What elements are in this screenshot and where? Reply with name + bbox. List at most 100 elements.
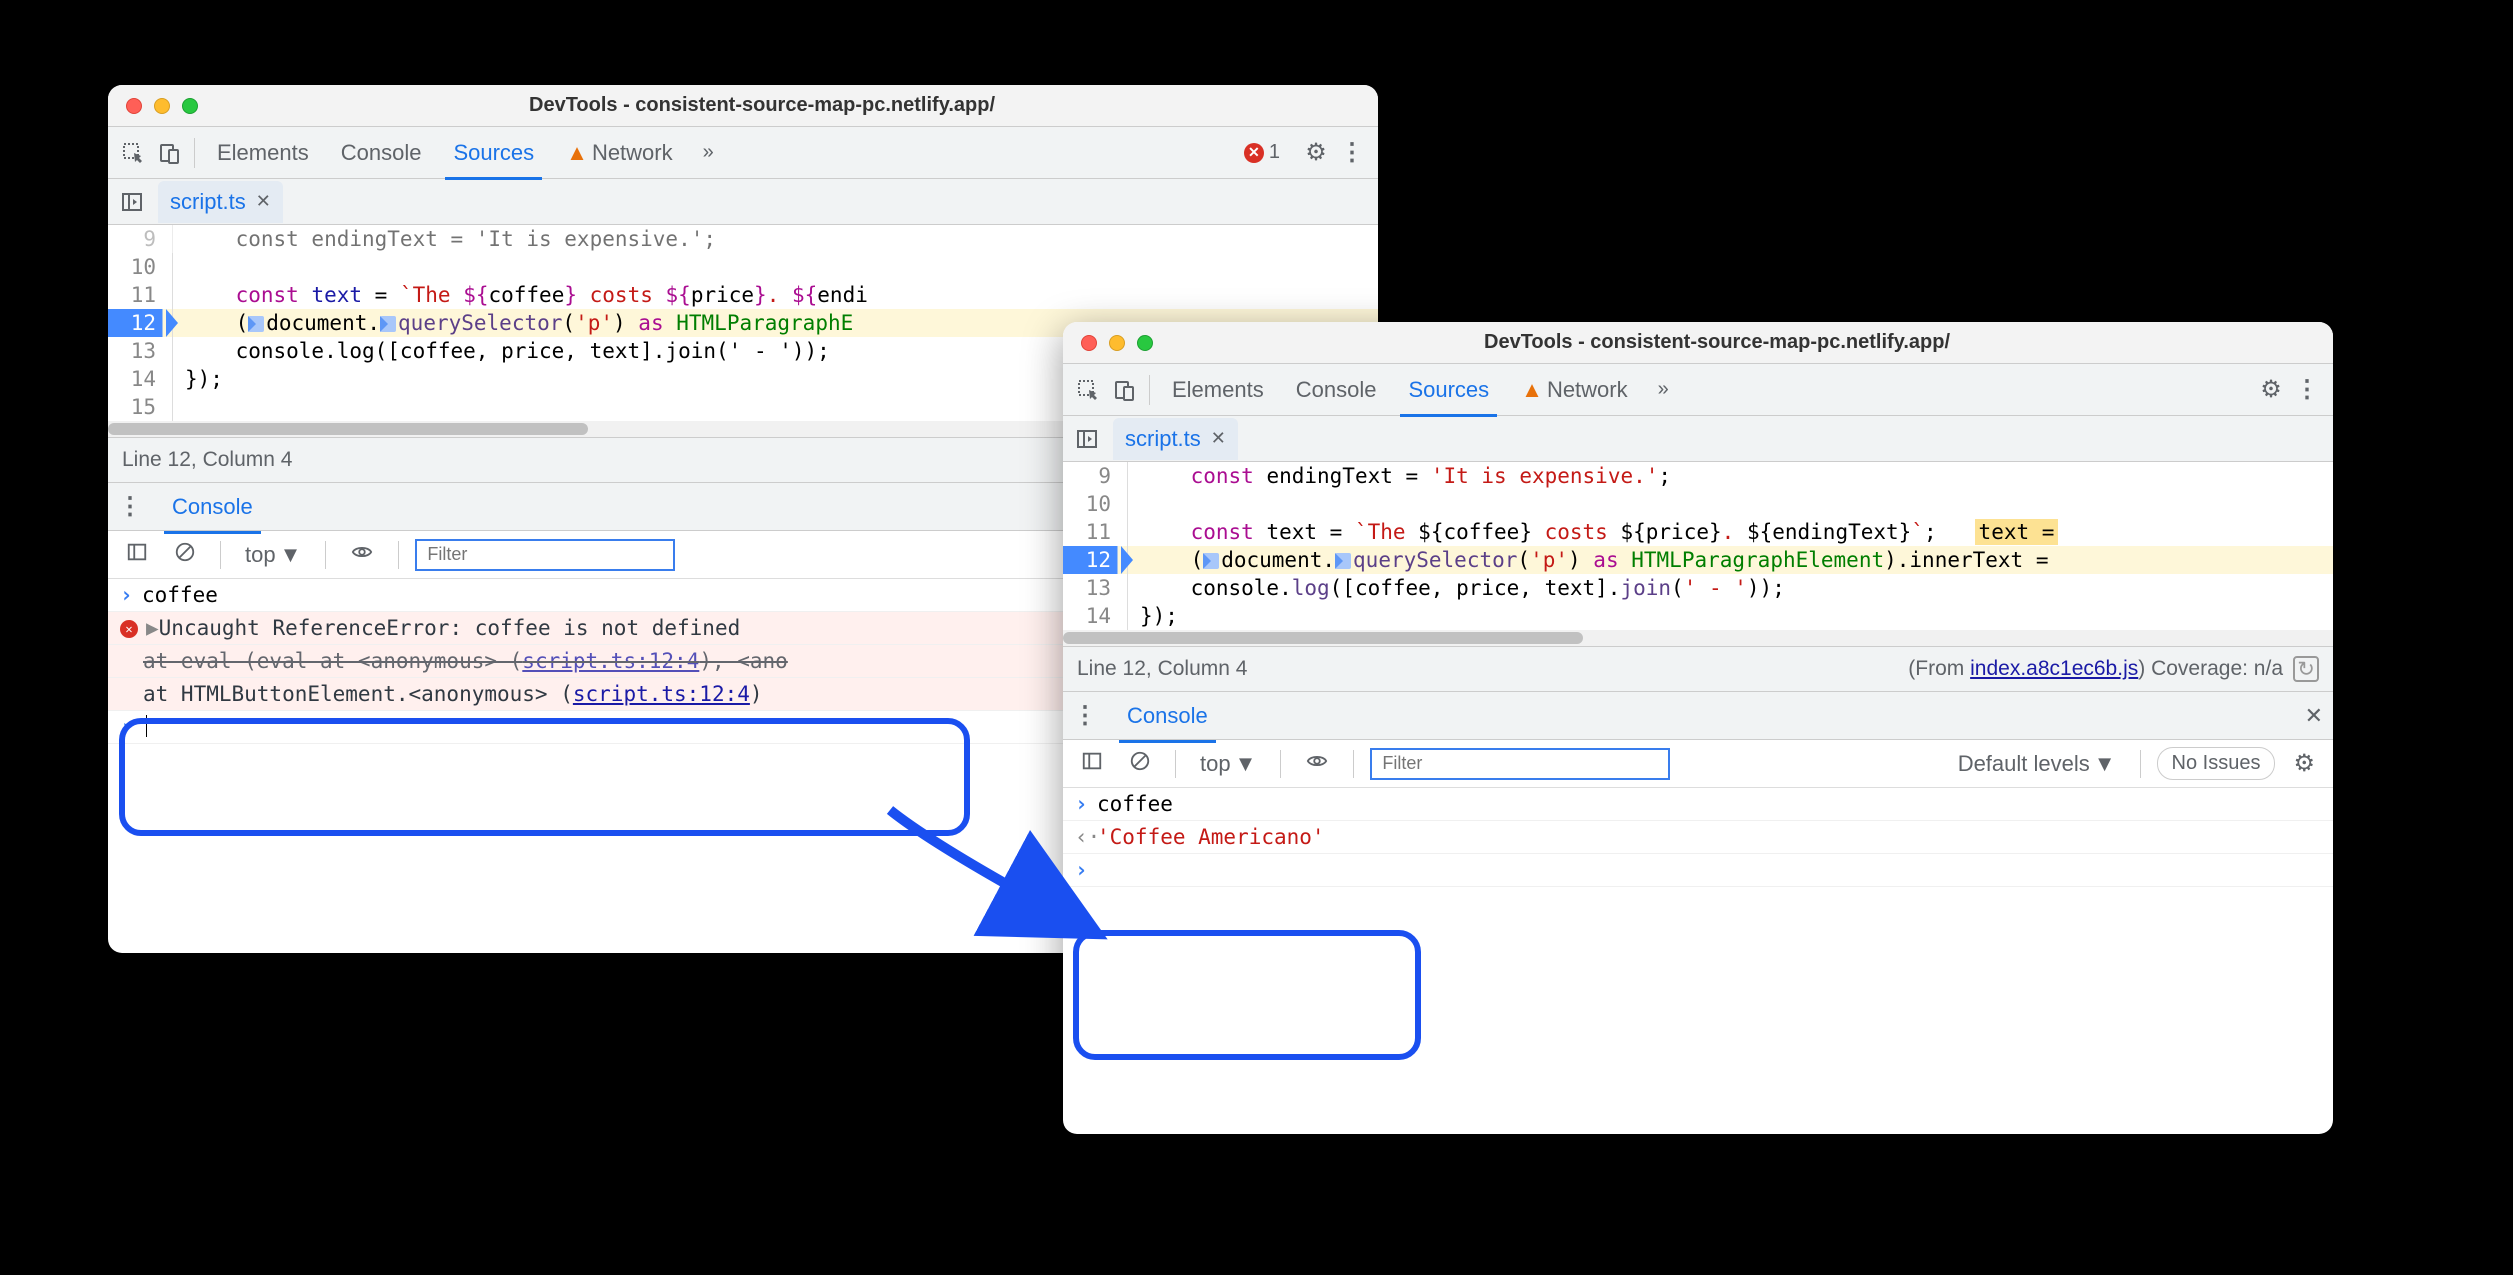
panel-tabs: Elements Console Sources ▲Network [201, 126, 689, 180]
tab-network[interactable]: ▲Network [1505, 363, 1643, 417]
device-toolbar-icon[interactable] [152, 135, 188, 171]
show-navigator-icon[interactable] [116, 186, 148, 218]
toggle-sidebar-icon[interactable] [1073, 746, 1111, 782]
log-levels-selector[interactable]: Default levels ▼ [1950, 747, 2124, 781]
close-tab-icon[interactable]: ✕ [1211, 428, 1226, 449]
console-prompt-row[interactable]: › [1063, 854, 2333, 887]
file-tab-label: script.ts [170, 189, 246, 215]
panel-tabs: Elements Console Sources ▲Network [1156, 363, 1644, 417]
horizontal-scrollbar[interactable] [1063, 630, 2333, 646]
expand-caret-icon[interactable]: ▶ [146, 616, 159, 640]
stack-link[interactable]: script.ts:12:4 [522, 649, 699, 673]
console-settings-gear-icon[interactable]: ⚙ [2285, 745, 2323, 782]
coverage-reload-icon[interactable]: ↻ [2293, 656, 2319, 682]
tab-console[interactable]: Console [325, 126, 438, 180]
gutter: 15 [108, 393, 172, 421]
close-icon[interactable] [126, 98, 142, 114]
toggle-sidebar-icon[interactable] [118, 537, 156, 573]
error-icon: ✕ [120, 620, 138, 638]
minimize-icon[interactable] [154, 98, 170, 114]
gutter-current: 12 [108, 309, 172, 337]
more-tabs-chevron[interactable]: » [689, 141, 728, 164]
device-toolbar-icon[interactable] [1107, 372, 1143, 408]
tab-sources[interactable]: Sources [1392, 363, 1505, 417]
console-toolbar: top ▼ Default levels ▼ No Issues ⚙ [1063, 740, 2333, 788]
titlebar[interactable]: DevTools - consistent-source-map-pc.netl… [1063, 322, 2333, 364]
maximize-icon[interactable] [1137, 335, 1153, 351]
code-line: console.log([coffee, price, text].join('… [1127, 574, 2333, 602]
main-tabbar: Elements Console Sources ▲Network » ⚙ ⋮ [1063, 364, 2333, 416]
gutter: 9 [108, 225, 172, 253]
maximize-icon[interactable] [182, 98, 198, 114]
console-output-value: 'Coffee Americano' [1097, 825, 1325, 849]
tab-sources[interactable]: Sources [437, 126, 550, 180]
prop-icon [1203, 553, 1219, 569]
gutter: 14 [1063, 602, 1127, 630]
inspect-element-icon[interactable] [1071, 372, 1107, 408]
devtools-window-b: DevTools - consistent-source-map-pc.netl… [1063, 322, 2333, 1134]
drawer-tab-console[interactable]: Console [1111, 689, 1224, 743]
code-line: const text = `The ${coffee} costs ${pric… [1127, 518, 2333, 546]
drawer-tab-console[interactable]: Console [156, 480, 269, 534]
clear-console-icon[interactable] [1121, 746, 1159, 782]
settings-gear-icon[interactable]: ⚙ [2253, 372, 2289, 408]
close-drawer-icon[interactable]: ✕ [2305, 703, 2323, 729]
minimize-icon[interactable] [1109, 335, 1125, 351]
tab-console[interactable]: Console [1280, 363, 1393, 417]
window-title: DevTools - consistent-source-map-pc.netl… [216, 94, 1378, 117]
prop-icon [380, 316, 396, 332]
code-line: }); [1127, 602, 2333, 630]
gutter: 9 [1063, 462, 1127, 490]
output-chevron-icon: ‹· [1075, 825, 1097, 849]
file-tab-strip: script.ts ✕ [1063, 416, 2333, 462]
prop-icon [248, 316, 264, 332]
show-navigator-icon[interactable] [1071, 423, 1103, 455]
input-chevron-icon: › [120, 715, 142, 739]
settings-gear-icon[interactable]: ⚙ [1298, 135, 1334, 171]
cursor-position: Line 12, Column 4 [1077, 657, 1247, 681]
input-chevron-icon: › [1075, 858, 1097, 882]
kebab-menu-icon[interactable]: ⋮ [1334, 135, 1370, 171]
file-tab-strip: script.ts ✕ [108, 179, 1378, 225]
titlebar[interactable]: DevTools - consistent-source-map-pc.netl… [108, 85, 1378, 127]
drawer-menu-icon[interactable]: ⋮ [1073, 701, 1097, 730]
warning-icon: ▲ [566, 140, 588, 165]
input-chevron-icon: › [120, 583, 142, 607]
code-line [1127, 490, 2333, 518]
close-tab-icon[interactable]: ✕ [256, 191, 271, 212]
more-tabs-chevron[interactable]: » [1644, 378, 1683, 401]
inline-value-hint: text = [1975, 519, 2059, 545]
clear-console-icon[interactable] [166, 537, 204, 573]
sourcemap-link[interactable]: index.a8c1ec6b.js [1970, 657, 2138, 680]
stack-link[interactable]: script.ts:12:4 [573, 682, 750, 706]
context-selector[interactable]: top ▼ [1192, 747, 1264, 781]
tab-elements[interactable]: Elements [201, 126, 325, 180]
inspect-element-icon[interactable] [116, 135, 152, 171]
file-tab-script-ts[interactable]: script.ts ✕ [158, 181, 283, 223]
issues-badge[interactable]: No Issues [2157, 747, 2276, 780]
code-line: const endingText = 'It is expensive.'; [172, 225, 1378, 253]
code-editor[interactable]: 9 const endingText = 'It is expensive.';… [1063, 462, 2333, 630]
window-controls [108, 98, 216, 114]
console-input-text: coffee [142, 583, 218, 607]
gutter: 14 [108, 365, 172, 393]
tab-elements[interactable]: Elements [1156, 363, 1280, 417]
live-expression-icon[interactable] [342, 537, 382, 573]
drawer-menu-icon[interactable]: ⋮ [118, 492, 142, 521]
filter-input[interactable] [415, 539, 675, 571]
kebab-menu-icon[interactable]: ⋮ [2289, 372, 2325, 408]
file-tab-script-ts[interactable]: script.ts ✕ [1113, 418, 1238, 460]
close-icon[interactable] [1081, 335, 1097, 351]
tab-network[interactable]: ▲Network [550, 126, 688, 180]
filter-input[interactable] [1370, 748, 1670, 780]
cursor-position: Line 12, Column 4 [122, 448, 292, 472]
warning-icon: ▲ [1521, 377, 1543, 402]
gutter: 10 [1063, 490, 1127, 518]
error-count-badge[interactable]: ✕ 1 [1244, 141, 1280, 164]
error-message: Uncaught ReferenceError: coffee is not d… [159, 616, 741, 640]
text-cursor [146, 715, 147, 737]
live-expression-icon[interactable] [1297, 746, 1337, 782]
console-output[interactable]: › coffee ‹· 'Coffee Americano' › [1063, 788, 2333, 887]
code-line-current: (document.querySelector('p') as HTMLPara… [1127, 546, 2333, 574]
context-selector[interactable]: top ▼ [237, 538, 309, 572]
